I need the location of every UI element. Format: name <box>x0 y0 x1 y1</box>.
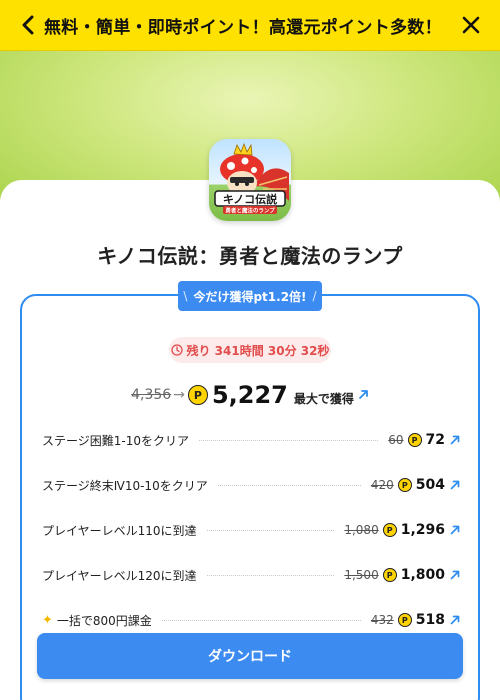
bonus-label: 今だけ獲得pt1.2倍! <box>193 289 307 304</box>
external-link-icon <box>450 480 460 490</box>
back-chevron-icon[interactable] <box>16 13 40 37</box>
external-link-icon <box>358 385 369 404</box>
task-old-points: 432 <box>370 613 394 627</box>
external-link-icon <box>450 615 460 625</box>
task-old-points: 1,080 <box>344 523 379 537</box>
header-title: 無料・簡単・即時ポイント！高還元ポイント多数！ <box>44 18 442 38</box>
remaining-time-label: 残り 341時間 30分 32秒 <box>186 343 330 358</box>
task-new-points: 72 <box>425 432 445 448</box>
dotted-leader <box>206 574 335 576</box>
dotted-leader <box>161 619 361 621</box>
task-label: プレイヤーレベル110に到達 <box>42 523 197 538</box>
task-new-points: 1,296 <box>400 522 445 538</box>
task-new-points: 518 <box>415 612 445 628</box>
point-coin-icon: P <box>407 433 422 447</box>
app-icon-logo-subtext: 勇者と魔法のランプ <box>225 207 275 215</box>
point-coin-icon: P <box>382 523 397 537</box>
task-row[interactable]: プレイヤーレベル120に到達 1,500 P 1,800 <box>42 564 460 586</box>
task-label: ステージ終末Ⅳ10-10をクリア <box>42 478 208 493</box>
bonus-badge: \ 今だけ獲得pt1.2倍! / <box>178 281 322 311</box>
bonus-right-slash: / <box>312 289 317 303</box>
remaining-time-badge: 残り 341時間 30分 32秒 <box>169 337 331 363</box>
external-link-icon <box>450 435 460 445</box>
sparkle-icon: ✦ <box>42 612 53 628</box>
task-label: ステージ困難1-10をクリア <box>42 433 189 448</box>
top-bar: 無料・簡単・即時ポイント！高還元ポイント多数！ <box>0 0 500 51</box>
point-coin-icon: P <box>187 385 208 405</box>
point-coin-icon: P <box>397 613 412 627</box>
task-row[interactable]: ステージ困難1-10をクリア 60 P 72 <box>42 429 460 451</box>
bonus-left-slash: \ <box>183 289 188 303</box>
total-points: 4,356 → P 5,227 最大で獲得 <box>0 378 500 412</box>
task-old-points: 420 <box>370 478 394 492</box>
task-new-points: 1,800 <box>400 567 445 583</box>
total-new-points: 5,227 <box>211 381 288 409</box>
task-row[interactable]: ✦ 一括で800円課金 432 P 518 <box>42 609 460 631</box>
close-icon[interactable] <box>460 14 482 36</box>
total-old-points: 4,356 <box>131 387 172 403</box>
task-new-points: 504 <box>415 477 445 493</box>
point-coin-icon: P <box>397 478 412 492</box>
app-icon-logo-text: キノコ伝説 <box>223 192 277 206</box>
task-old-points: 60 <box>388 433 404 447</box>
task-label: 一括で800円課金 <box>56 613 152 628</box>
dotted-leader <box>206 529 335 531</box>
clock-icon <box>170 344 183 356</box>
task-old-points: 1,500 <box>344 568 379 582</box>
external-link-icon <box>450 525 460 535</box>
download-button[interactable]: ダウンロード <box>37 633 463 679</box>
task-row[interactable]: プレイヤーレベル110に到達 1,080 P 1,296 <box>42 519 460 541</box>
total-max-label: 最大で獲得 <box>293 391 354 406</box>
app-title: キノコ伝説：勇者と魔法のランプ <box>97 244 403 268</box>
arrow-right-icon: → <box>173 387 185 403</box>
point-coin-icon: P <box>382 568 397 582</box>
task-row[interactable]: ステージ終末Ⅳ10-10をクリア 420 P 504 <box>42 474 460 496</box>
dotted-leader <box>217 484 361 486</box>
task-label: プレイヤーレベル120に到達 <box>42 568 197 583</box>
dotted-leader <box>199 439 379 441</box>
external-link-icon <box>450 570 460 580</box>
app-icon: キノコ伝説 勇者と魔法のランプ <box>209 139 291 221</box>
